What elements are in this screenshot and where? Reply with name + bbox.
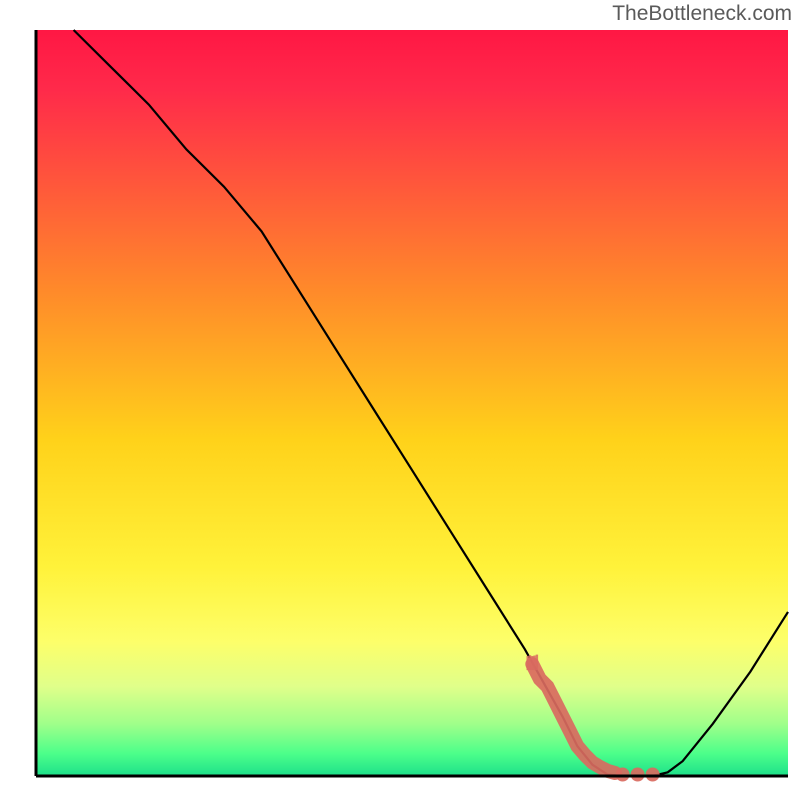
chart-svg [0, 0, 800, 800]
chart-container: TheBottleneck.com [0, 0, 800, 800]
watermark-text: TheBottleneck.com [612, 2, 792, 26]
plot-background [36, 30, 788, 776]
